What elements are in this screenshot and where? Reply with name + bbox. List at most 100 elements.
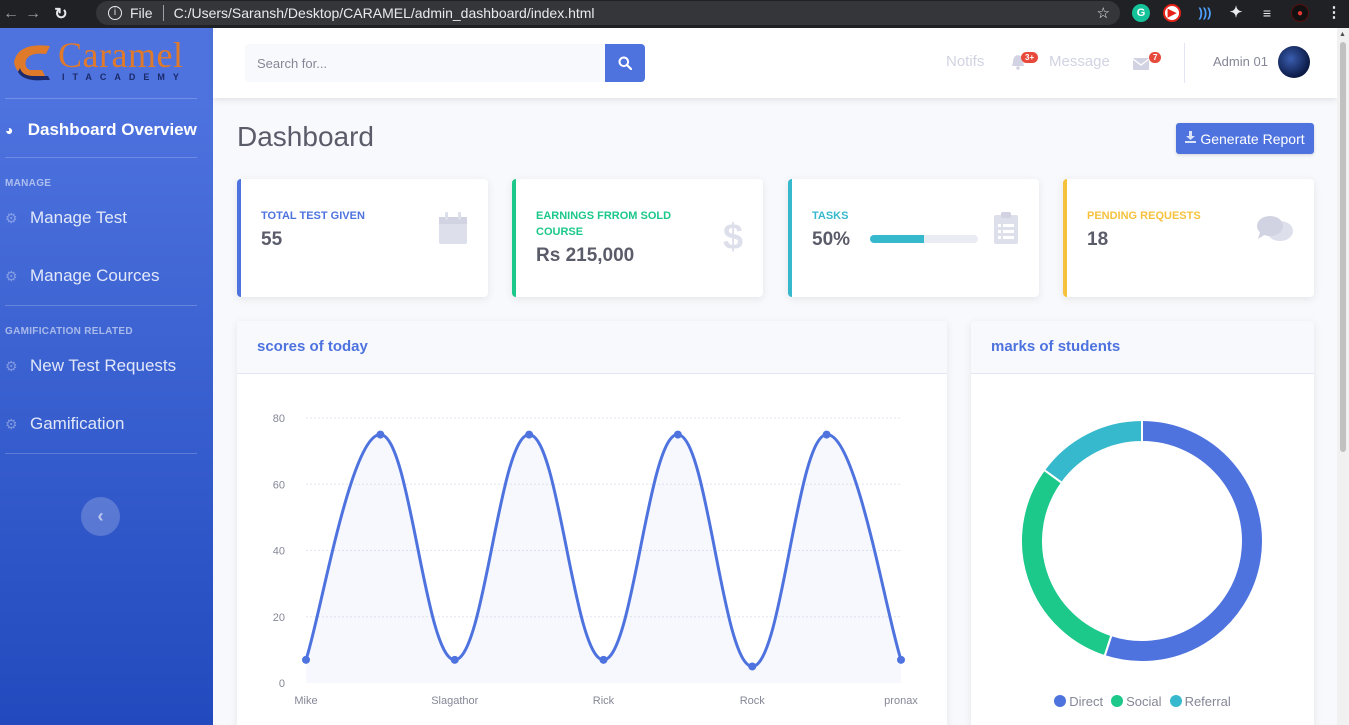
marks-chart-card: marks of students Direct Social Referral [971,321,1314,725]
x-tick-label: Rock [740,695,766,707]
data-point[interactable] [897,655,905,664]
search-button[interactable] [605,44,645,82]
marks-chart-legend: Direct Social Referral [971,694,1314,709]
download-icon [1185,131,1197,146]
page-scrollbar[interactable]: ▲ [1337,28,1349,725]
legend-dot [1169,695,1182,707]
legend-item-social[interactable]: Social [1111,694,1162,709]
wave-extension-icon[interactable]: ))) [1196,4,1214,22]
x-tick-label: Rick [593,695,615,707]
avatar[interactable] [1278,46,1310,78]
data-point[interactable] [599,655,608,664]
x-tick-label: Slagathor [431,695,478,707]
puzzle-icon[interactable]: ✦ [1227,4,1245,22]
y-tick-label: 60 [273,479,285,491]
legend-dot [1111,695,1124,707]
notifs-link[interactable]: Notifs [946,53,984,70]
card-label: PENDING REQUESTS [1087,210,1201,222]
bookmark-star-icon[interactable]: ☆ [1097,4,1110,22]
data-point[interactable] [748,662,757,671]
sidebar-item-manage-courses[interactable]: ⚙ Manage Cources [0,247,213,305]
brand-name: Caramel [58,35,184,75]
y-tick-label: 40 [273,546,285,558]
series-area [306,434,901,683]
gear-icon: ⚙ [5,415,18,432]
donut-slice-direct[interactable] [1103,418,1264,663]
scores-area-chart: 0 20 40 60 80 Mike Slagathor Rick Rock pronax [273,413,919,707]
sidebar-divider [5,453,197,454]
marks-donut-chart [1020,418,1264,663]
sidebar-toggle-button[interactable]: ‹ [81,497,120,536]
sidebar-item-gamification[interactable]: ⚙ Gamification [0,395,213,453]
tachometer-icon: ◕ [5,122,14,138]
scroll-up-arrow-icon[interactable]: ▲ [1339,31,1346,38]
message-link[interactable]: Message [1049,53,1110,70]
scrollbar-thumb[interactable] [1340,42,1346,452]
browser-toolbar: ← → ↻ i File C:/Users/Saransh/Desktop/CA… [0,0,1349,28]
divider [162,5,164,21]
brand-subtitle: ITACADEMY [62,72,187,82]
card-value: 18 [1087,229,1109,250]
card-label: TASKS [812,210,849,222]
card-label: TOTAL TEST GIVEN [261,210,365,222]
back-arrow-icon[interactable]: ← [0,5,22,23]
data-point[interactable] [822,430,831,439]
grammarly-icon[interactable]: G [1132,4,1150,22]
data-point[interactable] [525,430,534,439]
info-icon[interactable]: i [108,6,122,20]
search-icon [618,56,632,70]
sidebar-item-manage-test[interactable]: ⚙ Manage Test [0,189,213,247]
data-point[interactable] [450,655,459,664]
user-name[interactable]: Admin 01 [1213,54,1268,69]
data-point[interactable] [673,430,682,439]
notifs-badge: 3+ [1021,52,1039,63]
card-value: 50% [812,229,851,250]
stat-card-total-tests: TOTAL TEST GIVEN 55 [237,179,488,297]
x-tick-label: pronax [884,695,918,707]
message-badge: 7 [1149,52,1162,63]
menu-kebab-icon[interactable]: ⋮ [1325,4,1343,22]
sidebar-item-new-test-requests[interactable]: ⚙ New Test Requests [0,337,213,395]
stat-card-earnings: EARNINGS FRROM SOLD COURSE Rs 215,000 $ [512,179,763,297]
card-value: Rs 215,000 [536,245,635,266]
comments-icon [1256,215,1294,250]
sidebar-item-dashboard[interactable]: ◕ Dashboard Overview [0,99,213,157]
gear-icon: ⚙ [5,209,18,226]
donut-slice-referral[interactable] [1042,418,1143,485]
legend-item-referral[interactable]: Referral [1169,694,1231,709]
x-tick-label: Mike [294,695,317,707]
chevron-left-icon: ‹ [97,506,104,526]
sidebar: Caramel ITACADEMY ◕ Dashboard Overview M… [0,28,213,725]
donut-slice-social[interactable] [1020,468,1113,658]
play-extension-icon[interactable]: ▶ [1163,4,1181,22]
forward-arrow-icon[interactable]: → [22,5,44,23]
y-tick-label: 0 [279,678,285,690]
reload-icon[interactable]: ↻ [50,4,72,24]
generate-report-button[interactable]: Generate Report [1176,123,1314,154]
calendar-icon [438,211,468,250]
envelope-icon[interactable] [1132,57,1150,75]
gear-icon: ⚙ [5,267,18,284]
data-point[interactable] [302,655,310,664]
search-input[interactable] [245,44,605,82]
page-title: Dashboard [237,121,374,152]
reading-list-icon[interactable]: ≡ [1258,4,1276,22]
tasks-progress-fill [870,235,924,243]
scores-chart-title: scores of today [237,321,947,374]
legend-item-direct[interactable]: Direct [1054,694,1103,709]
url-text[interactable]: C:/Users/Saransh/Desktop/CARAMEL/admin_d… [174,5,595,21]
legend-label: Referral [1184,694,1231,709]
address-bar[interactable]: i File C:/Users/Saransh/Desktop/CARAMEL/… [96,1,1120,25]
legend-label: Social [1126,694,1162,709]
card-value: 55 [261,229,283,250]
y-tick-label: 80 [273,413,285,425]
topbar-divider [1184,43,1185,83]
stat-card-tasks: TASKS 50% [788,179,1039,297]
legend-dot [1054,695,1067,707]
sidebar-item-label: New Test Requests [30,356,177,375]
data-point[interactable] [376,430,385,439]
profile-icon[interactable]: ● [1291,4,1309,22]
file-label: File [130,5,153,21]
brand-logo[interactable]: Caramel ITACADEMY [0,28,213,98]
sidebar-item-label: Manage Test [30,208,128,227]
